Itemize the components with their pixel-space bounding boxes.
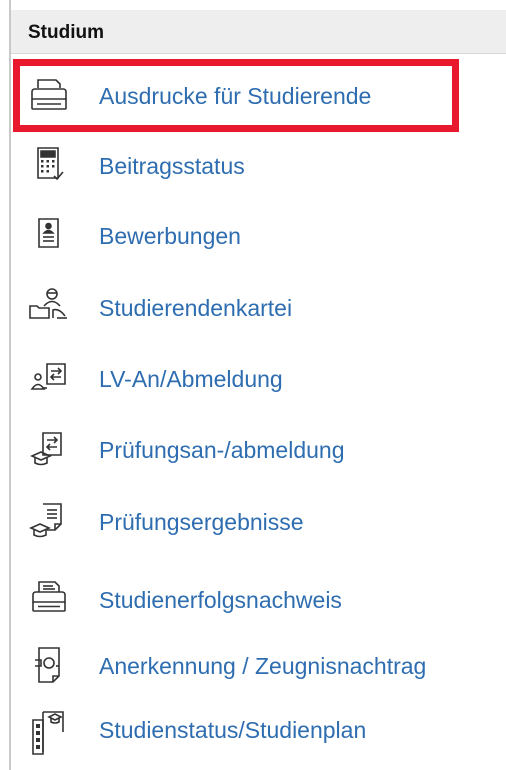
menu-item-label[interactable]: Prüfungsergebnisse xyxy=(99,509,304,536)
menu-item-label[interactable]: Bewerbungen xyxy=(99,223,241,250)
exam-results-icon xyxy=(23,492,75,552)
menu-item-bewerbungen[interactable]: Bewerbungen xyxy=(11,206,506,266)
menu-item-anerkennung[interactable]: Anerkennung / Zeugnisnachtrag xyxy=(11,636,506,696)
menu-item-label[interactable]: Studienstatus/Studienplan xyxy=(99,717,366,744)
menu-item-label[interactable]: Beitragsstatus xyxy=(99,153,245,180)
exam-registration-icon xyxy=(23,420,75,480)
studium-menu-panel: Studium Ausdrucke für Studierende Beitra… xyxy=(0,0,506,770)
menu-item-studienerfolgsnachweis[interactable]: Studienerfolgsnachweis xyxy=(11,570,506,630)
application-form-icon xyxy=(23,206,75,266)
menu-item-beitragsstatus[interactable]: Beitragsstatus xyxy=(11,136,506,196)
menu-item-label[interactable]: Prüfungsan-/abmeldung xyxy=(99,437,345,464)
menu-item-pruefungsergebnisse[interactable]: Prüfungsergebnisse xyxy=(11,492,506,552)
menu-title: Studium xyxy=(28,22,104,43)
menu-item-pruefungsanmeldung[interactable]: Prüfungsan-/abmeldung xyxy=(11,420,506,480)
menu-item-label[interactable]: Studierendenkartei xyxy=(99,295,292,322)
menu-item-label[interactable]: Anerkennung / Zeugnisnachtrag xyxy=(99,653,426,680)
success-certificate-printer-icon xyxy=(23,570,75,630)
menu-item-label[interactable]: Studienerfolgsnachweis xyxy=(99,587,342,614)
menu-item-studierendenkartei[interactable]: Studierendenkartei xyxy=(11,278,506,338)
menu-item-label[interactable]: LV-An/Abmeldung xyxy=(99,366,283,393)
highlight-box xyxy=(13,59,459,132)
calculator-icon xyxy=(23,136,75,196)
recognition-document-icon xyxy=(23,636,75,696)
menu-item-lv-anmeldung[interactable]: LV-An/Abmeldung xyxy=(11,349,506,409)
menu-header: Studium xyxy=(11,10,506,54)
student-folder-icon xyxy=(23,278,75,338)
course-registration-icon xyxy=(23,349,75,409)
menu-item-studienstatus[interactable]: Studienstatus/Studienplan xyxy=(11,700,506,760)
study-plan-icon xyxy=(23,700,75,760)
